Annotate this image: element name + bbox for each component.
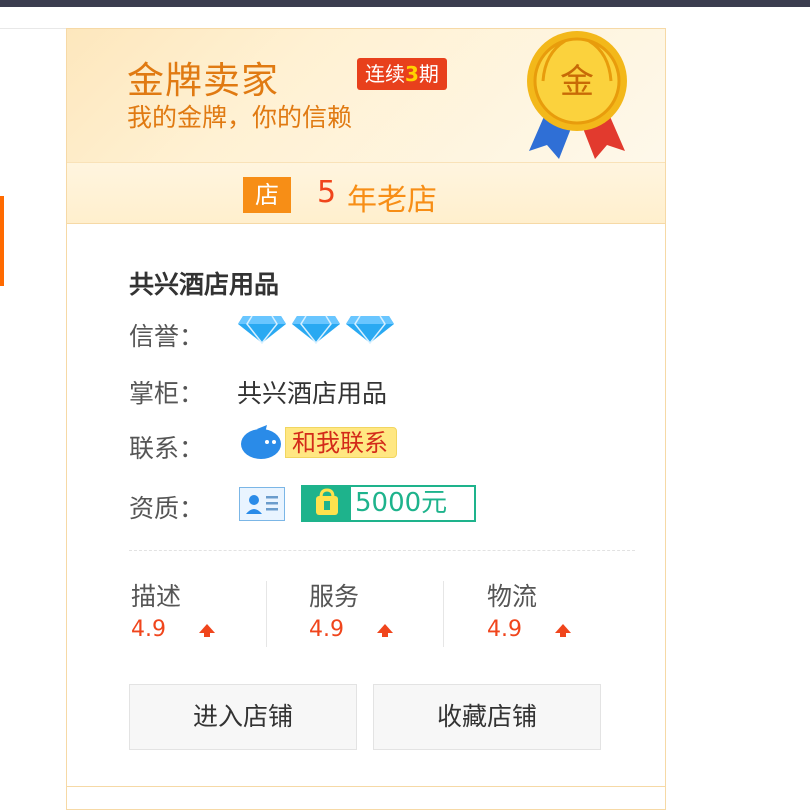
keeper-name[interactable]: 共兴酒店用品 <box>237 374 387 410</box>
favorite-shop-button[interactable]: 收藏店铺 <box>373 684 601 750</box>
score-logistics-value: 4.9 <box>487 617 522 642</box>
top-bar <box>0 0 810 7</box>
score-service-value: 4.9 <box>309 617 344 642</box>
id-verified-icon[interactable] <box>239 487 285 521</box>
score-separator <box>266 581 267 647</box>
left-panel-border <box>0 28 66 29</box>
gold-seller-header: 金牌卖家 连续3期 我的金牌，你的信赖 金 <box>67 29 665 162</box>
gold-seller-subtitle: 我的金牌，你的信赖 <box>127 103 353 132</box>
diamond-icon <box>346 315 394 344</box>
left-accent-bar <box>0 196 4 286</box>
consecutive-badge: 连续3期 <box>357 58 447 90</box>
shopping-bag-icon <box>303 487 351 520</box>
diamond-icon <box>292 315 340 344</box>
score-description-value: 4.9 <box>131 617 166 642</box>
score-service[interactable]: 服务 4.9 <box>309 577 459 652</box>
gold-medal-icon: 金 <box>527 31 627 159</box>
qualification-label: 资质： <box>129 494 205 523</box>
score-logistics-label: 物流 <box>487 582 538 611</box>
score-service-label: 服务 <box>309 582 360 611</box>
shop-age-text: 年老店 <box>347 183 437 218</box>
badge-prefix: 连续 <box>365 62 405 86</box>
up-arrow-stem <box>204 632 210 637</box>
section-divider <box>129 550 635 551</box>
score-description[interactable]: 描述 4.9 <box>131 577 281 652</box>
shop-age-bar: 店 5 年老店 <box>67 162 665 224</box>
medal-char: 金 <box>560 62 594 102</box>
shop-name[interactable]: 共兴酒店用品 <box>129 265 279 301</box>
gold-seller-title: 金牌卖家 <box>127 59 279 102</box>
up-arrow-stem <box>382 632 388 637</box>
keeper-label: 掌柜： <box>129 379 205 408</box>
deposit-badge[interactable]: 5000元 <box>301 485 476 522</box>
contact-label: 联系： <box>129 434 205 463</box>
credit-diamonds[interactable] <box>237 314 395 348</box>
enter-shop-button[interactable]: 进入店铺 <box>129 684 357 750</box>
score-logistics[interactable]: 物流 4.9 <box>487 577 637 652</box>
badge-suffix: 期 <box>418 62 439 86</box>
up-arrow-stem <box>560 632 566 637</box>
score-separator <box>443 581 444 647</box>
score-description-label: 描述 <box>131 582 182 611</box>
wangwang-chat-icon <box>241 425 281 459</box>
contact-button[interactable]: 和我联系 <box>239 425 439 461</box>
diamond-icon <box>238 315 286 344</box>
contact-button-label: 和我联系 <box>285 427 397 458</box>
credit-label: 信誉： <box>129 322 205 351</box>
shop-info-card: 金牌卖家 连续3期 我的金牌，你的信赖 金 店 5 年老店 共兴酒店用品 信誉：… <box>66 28 666 810</box>
card-bottom-divider <box>67 786 665 787</box>
deposit-amount: 5000元 <box>355 488 448 518</box>
badge-number: 3 <box>405 62 419 86</box>
store-icon: 店 <box>243 177 291 213</box>
shop-age-number: 5 <box>317 175 337 210</box>
